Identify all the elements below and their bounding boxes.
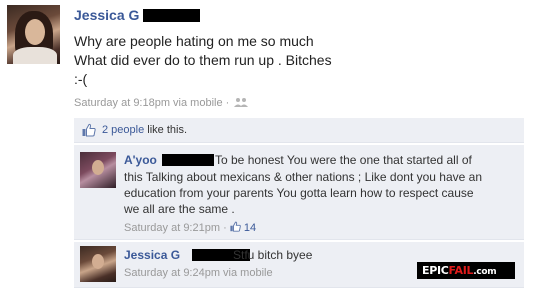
comment-line: this Talking about mexicans & other nati… bbox=[124, 170, 483, 184]
comment-body: this Talking about mexicans & other nati… bbox=[124, 169, 482, 217]
post-author-name[interactable]: Jessica G bbox=[74, 7, 139, 23]
like-thumb-icon[interactable] bbox=[230, 221, 241, 232]
likes-text: 2 people like this. bbox=[102, 124, 187, 136]
avatar-face bbox=[92, 254, 104, 269]
likes-summary: 2 people like this. bbox=[74, 118, 524, 143]
comment-author-avatar[interactable] bbox=[80, 152, 116, 188]
comment-meta: Saturday at 9:24pm via mobile bbox=[124, 267, 273, 279]
post-message: Why are people hating on me so much What… bbox=[74, 32, 332, 89]
comment-timestamp[interactable]: Saturday at 9:24pm via mobile bbox=[124, 267, 273, 279]
watermark-fail: FAIL bbox=[448, 264, 474, 277]
comment-like-count[interactable]: 14 bbox=[244, 222, 256, 234]
watermark-domain: .com bbox=[473, 267, 497, 277]
avatar-face bbox=[92, 160, 104, 175]
comment-line: education from your parents You gotta le… bbox=[124, 186, 474, 200]
post-line: :-( bbox=[74, 71, 88, 87]
likes-people-link[interactable]: 2 people bbox=[102, 124, 144, 136]
comment-timestamp[interactable]: Saturday at 9:21pm bbox=[124, 222, 220, 234]
post-meta: Saturday at 9:18pm via mobile · bbox=[74, 96, 249, 109]
post-timestamp[interactable]: Saturday at 9:18pm via mobile bbox=[74, 97, 223, 109]
people-icon bbox=[234, 97, 249, 107]
meta-separator: · bbox=[222, 97, 233, 109]
comment-meta: Saturday at 9:21pm · 14 bbox=[124, 220, 256, 234]
comment-line: we all are the same . bbox=[124, 202, 235, 216]
watermark-logo: EPICFAIL.com bbox=[417, 262, 515, 279]
comment-first-line: To be honest You were the one that start… bbox=[215, 153, 472, 167]
comment-author-name[interactable]: Jessica G bbox=[124, 248, 180, 262]
post-author-avatar[interactable] bbox=[7, 5, 60, 64]
comment-author-avatar[interactable] bbox=[80, 246, 116, 282]
avatar-shirt bbox=[13, 47, 57, 64]
watermark-epic: EPIC bbox=[422, 264, 449, 277]
post-line: Why are people hating on me so much bbox=[74, 33, 314, 49]
avatar-face bbox=[25, 19, 45, 45]
redaction-bar bbox=[162, 154, 214, 166]
comment-text: Stfu bitch byee bbox=[233, 248, 313, 262]
post-line: What did ever do to them run up . Bitche… bbox=[74, 52, 332, 68]
like-thumb-icon bbox=[82, 123, 96, 137]
likes-suffix: like this. bbox=[144, 124, 188, 136]
comment: A'yoo To be honest You were the one that… bbox=[74, 145, 524, 240]
meta-separator: · bbox=[220, 222, 230, 234]
redaction-bar bbox=[143, 9, 200, 22]
comment-author-name[interactable]: A'yoo bbox=[124, 153, 157, 167]
